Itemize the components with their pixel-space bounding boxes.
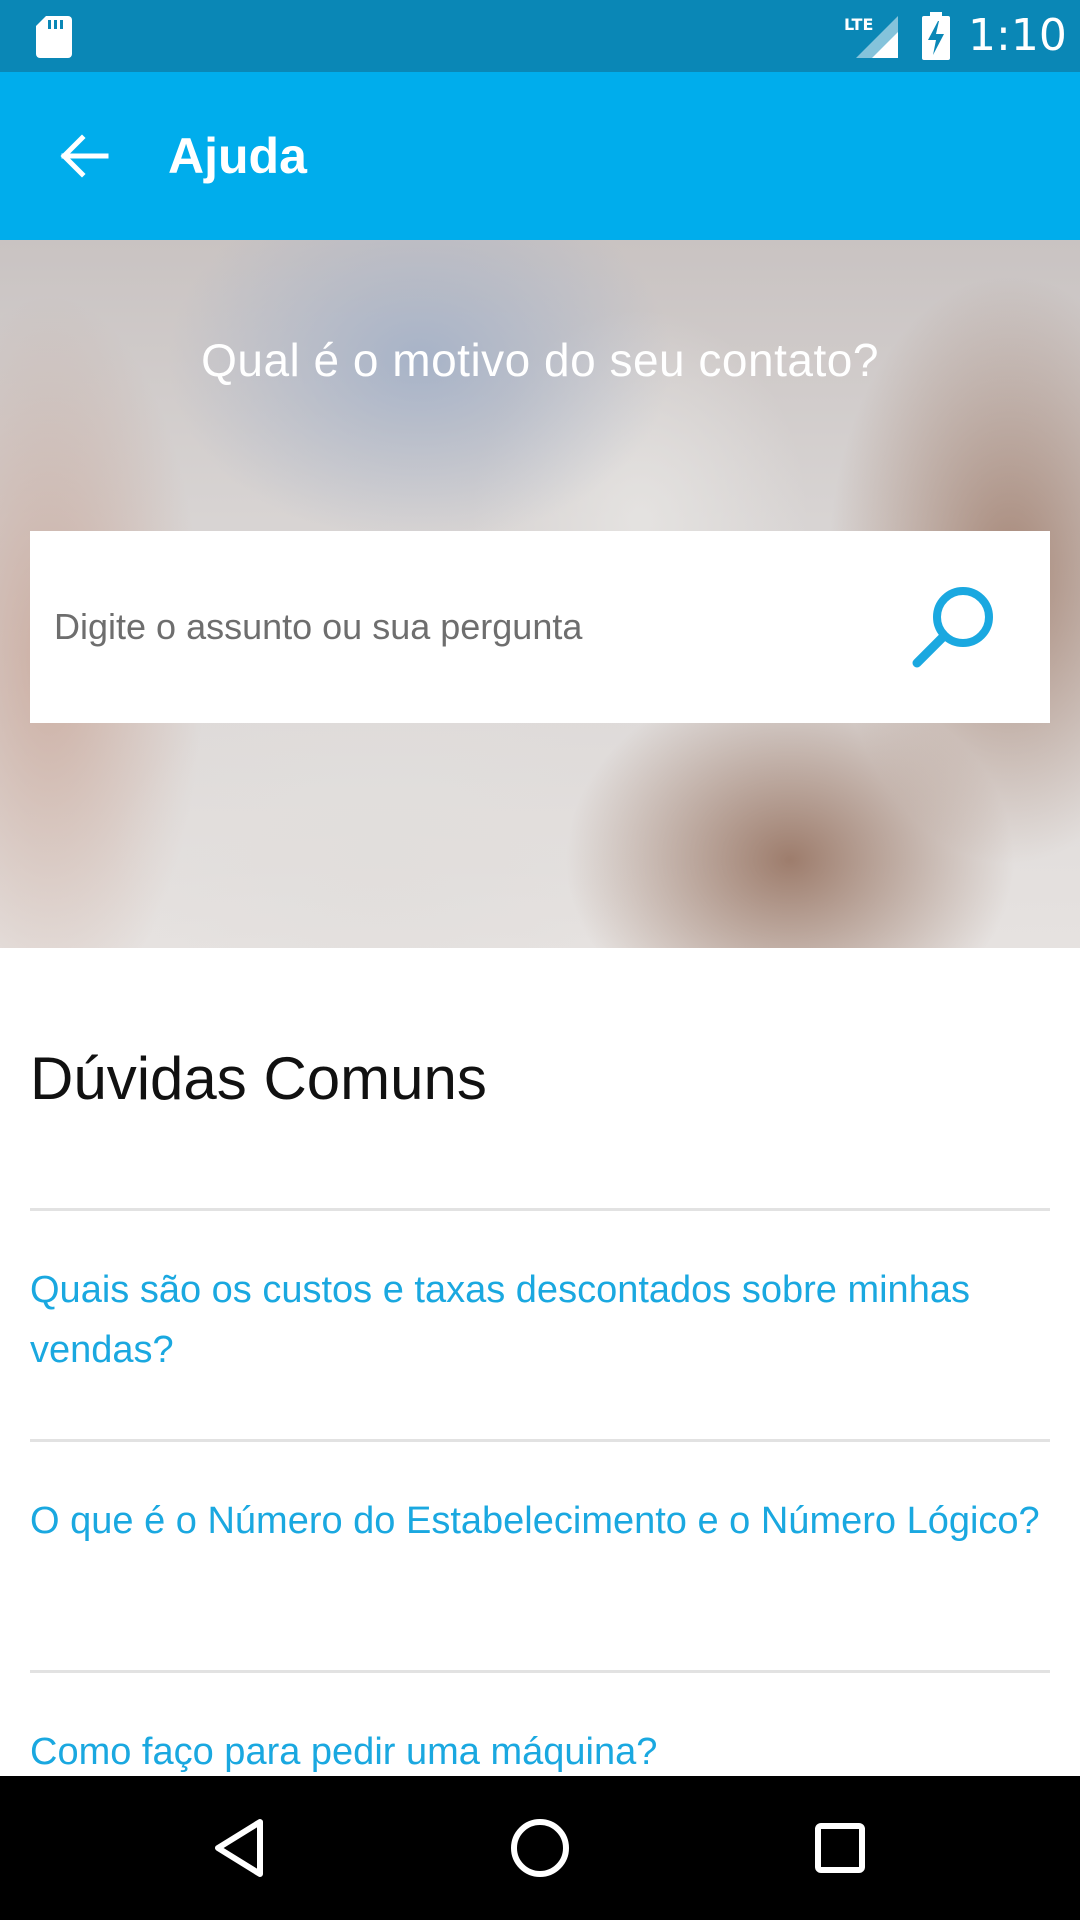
- search-icon: [912, 587, 993, 668]
- nav-back-button[interactable]: [190, 1798, 290, 1898]
- page-title: Ajuda: [168, 128, 307, 184]
- system-nav-bar: [0, 1776, 1080, 1920]
- search-box: [30, 531, 1050, 723]
- battery-charging-icon: [922, 12, 950, 60]
- divider: [30, 1439, 1050, 1442]
- home-circle-icon: [511, 1819, 569, 1877]
- recents-square-icon: [815, 1823, 865, 1873]
- back-button[interactable]: [44, 116, 124, 196]
- status-bar: LTE 1:10: [0, 0, 1080, 72]
- hero-banner: Qual é o motivo do seu contato?: [0, 240, 1080, 948]
- faq-item-order-machine[interactable]: Como faço para pedir uma máquina?: [30, 1722, 1040, 1782]
- back-triangle-icon: [215, 1819, 263, 1877]
- nav-recents-button[interactable]: [790, 1798, 890, 1898]
- hero-question: Qual é o motivo do seu contato?: [201, 334, 879, 386]
- search-input[interactable]: [54, 531, 894, 723]
- arrow-left-icon: [60, 134, 109, 178]
- faq-item-costs-fees[interactable]: Quais são os custos e taxas descontados …: [30, 1260, 1040, 1380]
- lte-signal-icon: LTE: [840, 14, 900, 58]
- nav-home-button[interactable]: [490, 1798, 590, 1898]
- search-button[interactable]: [900, 577, 1010, 677]
- network-label: LTE: [844, 15, 873, 34]
- divider: [30, 1670, 1050, 1673]
- divider: [30, 1208, 1050, 1211]
- faq-title: Dúvidas Comuns: [30, 1045, 487, 1112]
- faq-item-establishment-number[interactable]: O que é o Número do Estabelecimento e o …: [30, 1491, 1040, 1551]
- sd-card-icon: [36, 16, 72, 58]
- app-bar: Ajuda: [0, 72, 1080, 240]
- status-clock: 1:10: [968, 10, 1067, 61]
- help-screen: LTE 1:10 Ajuda Qual é o motivo do seu co…: [0, 0, 1080, 1920]
